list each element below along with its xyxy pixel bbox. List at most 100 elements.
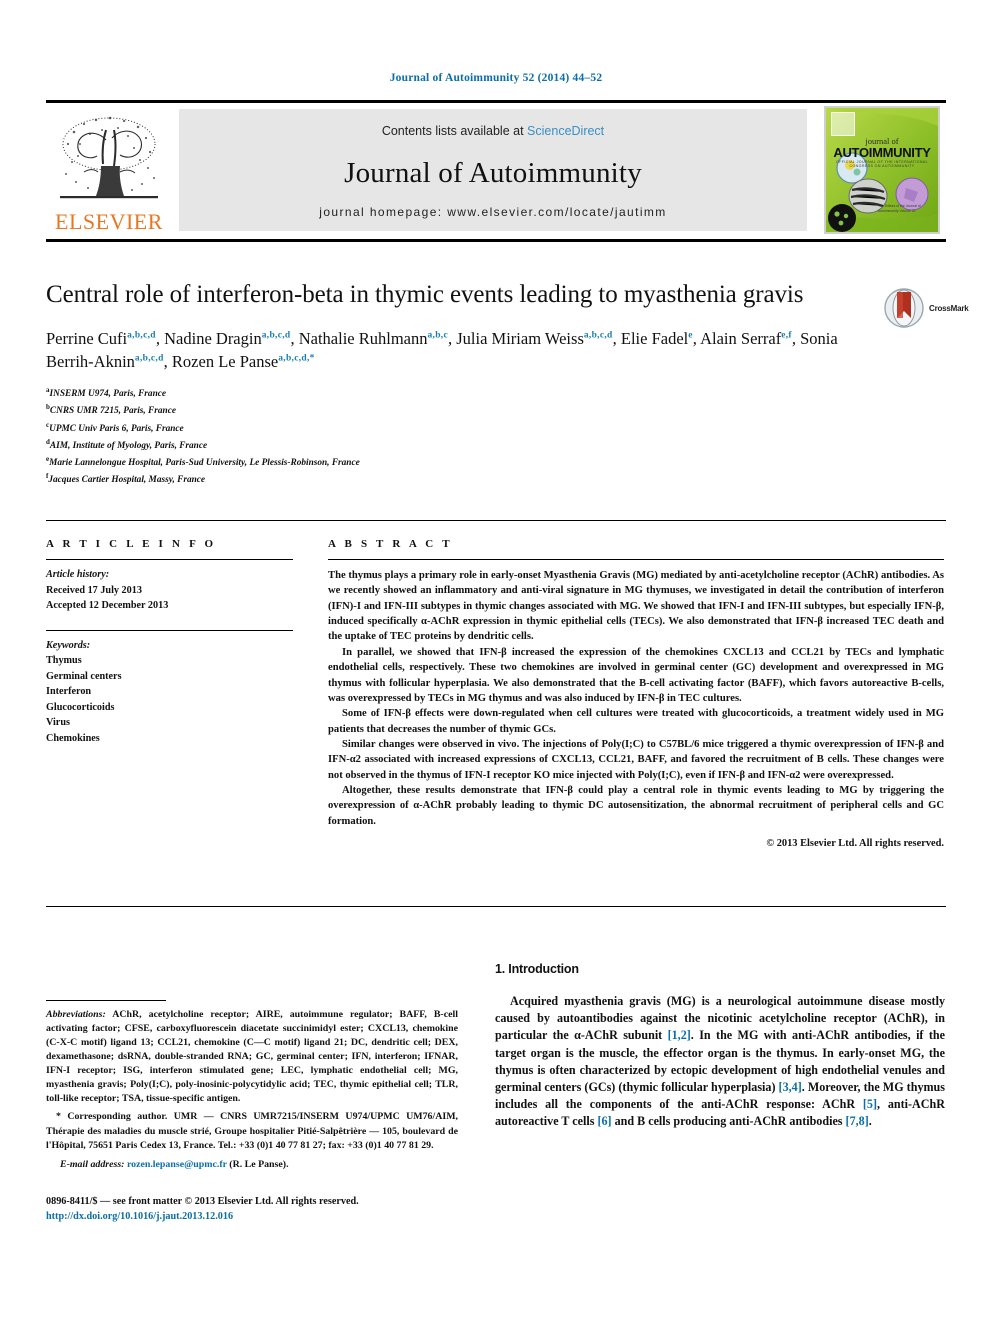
author-affiliation-marks: a,b,c,d xyxy=(261,330,291,340)
front-matter-line: 0896-8411/$ — see front matter © 2013 El… xyxy=(46,1195,359,1207)
author-affiliation-marks: a,b,c,d xyxy=(134,353,164,364)
author-name: Elie Fadel xyxy=(620,328,689,348)
affiliation-mark: e xyxy=(46,454,50,463)
crossmark-icon xyxy=(884,288,924,328)
section-rule-bottom xyxy=(46,906,946,907)
crossmark-label: CrossMark xyxy=(929,303,969,313)
journal-title: Journal of Autoimmunity xyxy=(344,157,642,189)
keywords-items: Thymus Germinal centers Interferon Glucocor… xyxy=(46,653,293,746)
article-history-label: Article history: xyxy=(46,569,110,580)
email-note: E-mail address: rozen.lepanse@upmc.fr (R… xyxy=(46,1158,458,1172)
introduction-paragraph: Acquired myasthenia gravis (MG) is a neu… xyxy=(495,994,945,1129)
sciencedirect-link[interactable]: ScienceDirect xyxy=(527,124,604,138)
cover-line2: AUTOIMMUNITY xyxy=(833,145,931,160)
footnote-rule xyxy=(46,1000,166,1001)
author-affiliation-marks: a,b,c xyxy=(427,330,448,340)
introduction-heading: 1. Introduction xyxy=(495,962,579,976)
keyword-item: Thymus xyxy=(46,655,82,666)
affiliation-item: aINSERM U974, Paris, France xyxy=(46,386,166,400)
abstract-paragraph: Some of IFN-β effects were down-regulate… xyxy=(328,708,944,735)
keywords-block: Keywords: Thymus Germinal centers Interfer… xyxy=(46,638,293,747)
affiliation-item: bCNRS UMR 7215, Paris, France xyxy=(46,403,176,417)
article-received: Received 17 July 2013 xyxy=(46,584,142,596)
author-affiliation-marks: e,f xyxy=(781,330,792,340)
title-block: Central role of interferon-beta in thymi… xyxy=(46,280,969,488)
author-name: Perrine Cufi xyxy=(46,328,128,348)
abstract-paragraph: In parallel, we showed that IFN-β increa… xyxy=(328,646,944,704)
citation-link[interactable]: [7,8] xyxy=(846,1114,869,1128)
article-info-heading: A R T I C L E I N F O xyxy=(46,538,217,550)
keyword-item: Virus xyxy=(46,717,70,728)
abstract-paragraph: Similar changes were observed in vivo. T… xyxy=(328,738,944,781)
affiliation-item: dAIM, Institute of Myology, Paris, Franc… xyxy=(46,437,208,451)
citation-link[interactable]: [5] xyxy=(863,1097,877,1111)
abstract-body: The thymus plays a primary role in early… xyxy=(328,568,944,829)
keywords-label: Keywords: xyxy=(46,639,91,651)
contents-prefix: Contents lists available at xyxy=(381,124,524,138)
affiliation-mark: b xyxy=(46,403,50,412)
affiliation-mark: f xyxy=(46,472,49,481)
author-affiliation-marks: a,b,c,d xyxy=(127,330,156,340)
article-history-block: Article history: Received 17 July 2013 A… xyxy=(46,567,293,614)
footnotes: Abbreviations: AChR, acetylcholine recep… xyxy=(46,1008,458,1172)
keyword-item: Interferon xyxy=(46,686,92,697)
citation-link[interactable]: [3,4] xyxy=(779,1080,802,1094)
affiliation-item: fJacques Cartier Hospital, Massy, France xyxy=(46,472,206,486)
keyword-item: Germinal centers xyxy=(46,670,122,682)
email-suffix: (R. Le Panse). xyxy=(229,1158,289,1170)
article-title: Central role of interferon-beta in thymi… xyxy=(46,281,804,308)
author-name: Nathalie Ruhlmann xyxy=(298,328,428,348)
affiliation-item: cUPMC Univ Paris 6, Paris, France xyxy=(46,420,184,434)
author-affiliation-marks: e xyxy=(688,330,693,340)
author-name: Nadine Dragin xyxy=(164,328,262,348)
section-rule-top xyxy=(46,520,946,521)
email-link[interactable]: rozen.lepanse@upmc.fr xyxy=(127,1159,227,1170)
abstract-heading: A B S T R A C T xyxy=(328,538,453,550)
article-first-page: Journal of Autoimmunity 52 (2014) 44–52 xyxy=(0,0,992,1323)
running-head: Journal of Autoimmunity 52 (2014) 44–52 xyxy=(389,72,603,84)
affiliation-mark: d xyxy=(46,437,50,446)
affiliation-mark: a xyxy=(46,386,50,395)
introduction-body: Acquired myasthenia gravis (MG) is a neu… xyxy=(495,993,945,1130)
author-name: Alain Serraf xyxy=(700,328,782,348)
abstract-rule xyxy=(328,559,944,560)
footnote-column: Abbreviations: AChR, acetylcholine recep… xyxy=(46,1000,458,1224)
article-info-column: A R T I C L E I N F O Article history: R… xyxy=(46,538,293,746)
cover-subtitle: OFFICIAL JOURNAL OF THE INTERNATIONAL CO… xyxy=(835,160,929,168)
affiliation-mark: c xyxy=(46,420,50,429)
journal-cover-art: journal of AUTOIMMUNITY OFFICIAL JOURNAL… xyxy=(826,108,938,232)
abstract-paragraph: Altogether, these results demonstrate th… xyxy=(328,785,944,827)
contents-available-line: Contents lists available at ScienceDirec… xyxy=(179,124,807,138)
article-accepted: Accepted 12 December 2013 xyxy=(46,600,169,611)
journal-cover-thumbnail[interactable]: journal of AUTOIMMUNITY OFFICIAL JOURNAL… xyxy=(824,106,940,234)
introduction-column: 1. Introduction Acquired myasthenia grav… xyxy=(495,962,945,1130)
elsevier-tree-icon xyxy=(60,116,158,199)
front-matter-block: 0896-8411/$ — see front matter © 2013 El… xyxy=(46,1194,458,1225)
elsevier-wordmark: ELSEVIER xyxy=(55,209,163,234)
elsevier-logo[interactable]: ELSEVIER xyxy=(46,109,172,233)
crossmark-badge[interactable]: CrossMark xyxy=(884,286,986,330)
author-affiliation-marks: a,b,c,d xyxy=(583,330,613,340)
journal-masthead: ELSEVIER Contents lists available at Sci… xyxy=(46,100,946,242)
abstract-copyright: © 2013 Elsevier Ltd. All rights reserved… xyxy=(766,838,944,850)
keyword-item: Glucocorticoids xyxy=(46,701,115,713)
author-name: Julia Miriam Weiss xyxy=(456,328,584,348)
abbreviations-label: Abbreviations: xyxy=(46,1009,106,1020)
affiliation-list: aINSERM U974, Paris, France bCNRS UMR 721… xyxy=(46,385,946,488)
journal-homepage[interactable]: journal homepage: www.elsevier.com/locat… xyxy=(179,205,807,219)
cover-elsevier-badge xyxy=(831,112,855,136)
doi-link[interactable]: http://dx.doi.org/10.1016/j.jaut.2013.12… xyxy=(46,1211,233,1222)
author-list: Perrine Cufia,b,c,d, Nadine Dragina,b,c,… xyxy=(46,328,838,372)
keywords-rule xyxy=(46,629,293,631)
citation-link[interactable]: [6] xyxy=(597,1114,611,1128)
affiliation-item: eMarie Lannelongue Hospital, Paris-Sud U… xyxy=(46,454,360,468)
cover-footer: The Editors of the Journal of Autoimmuni… xyxy=(878,204,921,214)
author-affiliation-marks: a,b,c,d,* xyxy=(278,353,315,364)
citation-link[interactable]: [1,2] xyxy=(668,1028,691,1042)
keyword-item: Chemokines xyxy=(46,732,100,744)
article-info-rule xyxy=(46,559,293,560)
abbreviations-note: Abbreviations: AChR, acetylcholine recep… xyxy=(46,1008,458,1106)
abstract-column: A B S T R A C T The thymus plays a prima… xyxy=(328,538,944,849)
abstract-paragraph: The thymus plays a primary role in early… xyxy=(328,570,944,643)
author-name: Rozen Le Panse xyxy=(171,352,279,372)
